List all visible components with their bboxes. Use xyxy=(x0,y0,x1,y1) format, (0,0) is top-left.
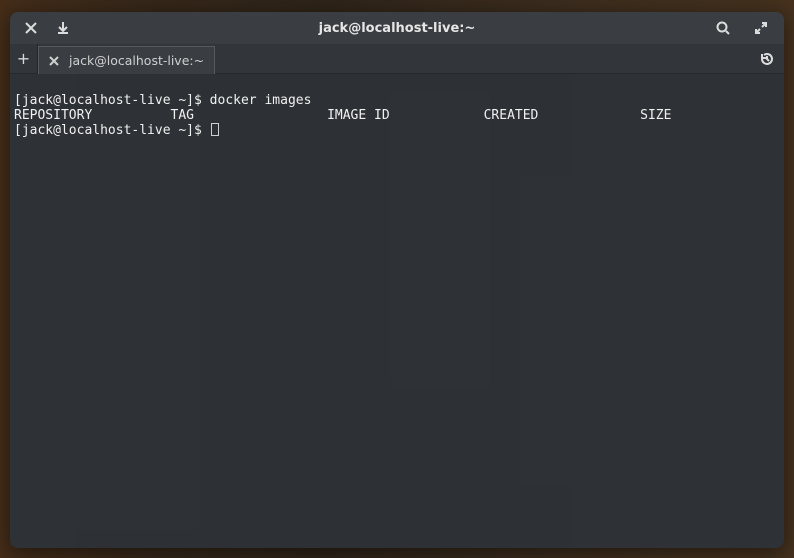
new-tab-button[interactable]: + xyxy=(10,44,38,73)
history-icon[interactable] xyxy=(758,50,776,68)
window-title: jack@localhost-live:~ xyxy=(10,21,784,36)
table-header-row: REPOSITORY TAG IMAGE ID CREATED SIZE xyxy=(14,108,671,123)
cursor xyxy=(211,123,219,136)
command-text: docker images xyxy=(210,93,312,108)
tab-terminal[interactable]: jack@localhost-live:~ xyxy=(38,46,215,74)
terminal-output[interactable]: [jack@localhost-live ~]$ docker images R… xyxy=(10,74,784,548)
terminal-window: jack@localhost-live:~ + jack@localhost-l… xyxy=(10,12,784,548)
prompt: [jack@localhost-live ~]$ xyxy=(14,123,210,138)
fullscreen-icon[interactable] xyxy=(752,19,770,37)
search-icon[interactable] xyxy=(714,19,732,37)
tab-bar: + jack@localhost-live:~ xyxy=(10,44,784,74)
prompt: [jack@localhost-live ~]$ xyxy=(14,93,210,108)
titlebar: jack@localhost-live:~ xyxy=(10,12,784,44)
download-icon[interactable] xyxy=(54,19,72,37)
tab-label: jack@localhost-live:~ xyxy=(69,53,204,68)
close-icon[interactable] xyxy=(22,19,40,37)
tab-close-icon[interactable] xyxy=(47,54,61,68)
